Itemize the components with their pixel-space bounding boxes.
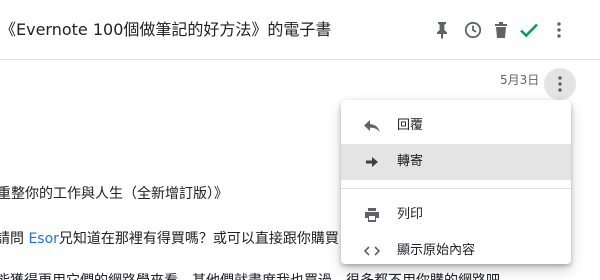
- more-vert-icon[interactable]: [547, 18, 571, 42]
- menu-item-label: 顯示原始內容: [397, 243, 476, 258]
- menu-item-label: 轉寄: [397, 154, 424, 169]
- body-text-line: 能獲得更用它們的網路學來看，甚他們就盡度我也買過，很多都不用你購的網路吧: [0, 271, 500, 280]
- reply-icon: [363, 117, 381, 135]
- menu-item-print[interactable]: 列印: [341, 197, 571, 233]
- menu-item-forward[interactable]: 轉寄: [341, 144, 571, 180]
- check-icon[interactable]: [517, 18, 541, 42]
- menu-divider: [341, 188, 571, 189]
- message-more-button[interactable]: [544, 68, 576, 100]
- more-vert-icon: [558, 76, 562, 92]
- menu-item-show-original[interactable]: 顯示原始內容: [341, 233, 571, 269]
- sender-link[interactable]: Esor: [28, 231, 58, 247]
- menu-item-reply[interactable]: 回覆: [341, 108, 571, 144]
- body-text: 兄知道在那裡有得買嗎？或可以直接跟你購買: [58, 231, 339, 247]
- body-text-line: 重整你的工作與人生（全新增訂版）》: [0, 186, 228, 202]
- menu-item-label: 回覆: [397, 118, 424, 133]
- message-date: 5月3日: [500, 73, 540, 87]
- forward-icon: [363, 153, 381, 171]
- body-text: 請問: [0, 231, 24, 247]
- pin-icon[interactable]: [430, 18, 454, 42]
- clock-icon[interactable]: [461, 18, 485, 42]
- trash-icon[interactable]: [489, 18, 513, 42]
- menu-item-label: 列印: [397, 207, 424, 222]
- thread-toolbar: 《Evernote 100個做筆記的好方法》的電子書: [0, 0, 600, 60]
- message-options-menu: 回覆 轉寄 列印 顯示原始內容: [341, 100, 571, 264]
- print-icon: [363, 206, 381, 224]
- code-icon: [363, 242, 381, 260]
- email-subject: 《Evernote 100個做筆記的好方法》的電子書: [0, 20, 332, 39]
- body-text-line: 請問 Esor兄知道在那裡有得買嗎？或可以直接跟你購買: [0, 229, 339, 249]
